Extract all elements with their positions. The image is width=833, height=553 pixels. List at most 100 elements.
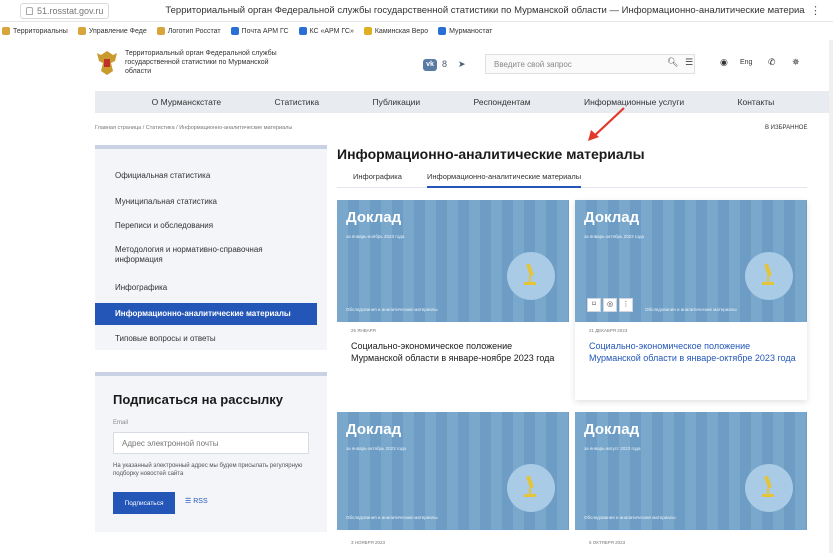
telegram-icon[interactable]: ➤ <box>458 59 466 70</box>
bookmark-icon[interactable]: ⌑ <box>587 298 601 312</box>
card-title[interactable]: Социально-экономическое положение Мурман… <box>351 340 561 364</box>
nav-item-respondents[interactable]: Респондентам <box>474 97 531 107</box>
browser-window: 51.rosstat.gov.ru Территориальный орган … <box>0 0 833 553</box>
rss-link[interactable]: ☰ RSS <box>185 497 208 505</box>
microscope-icon <box>762 475 774 497</box>
vk-icon[interactable]: vk <box>423 59 437 71</box>
window-title: Территориальный орган Федеральной службы… <box>165 5 806 16</box>
card-category: Обследования и аналитические материалы <box>584 515 676 520</box>
report-card-2[interactable]: Доклад за январь-октябрь 2023 года Обсле… <box>575 200 807 400</box>
phone-icon[interactable]: ✆ <box>768 57 776 68</box>
sidebar-item-censuses[interactable]: Переписи и обследования <box>115 221 213 231</box>
bookmark-4[interactable]: КС «АРМ ГС» <box>298 27 354 35</box>
page-title: Информационно-аналитические материалы <box>337 146 645 162</box>
address-bar[interactable]: 51.rosstat.gov.ru <box>20 2 110 19</box>
bookmark-icon <box>438 27 447 35</box>
search-icon[interactable]: 🔍︎ <box>667 57 678 68</box>
card-title[interactable]: Социально-экономическое положение Мурман… <box>589 340 799 364</box>
subscribe-note: На указанный электронный адрес мы будем … <box>113 463 303 477</box>
card-kicker: Доклад <box>584 209 640 226</box>
bookmark-3[interactable]: Почта АРМ ГС <box>230 27 289 35</box>
subscribe-panel: Подписаться на рассылку Email На указанн… <box>95 372 327 532</box>
page-scrollbar[interactable] <box>829 40 833 553</box>
card-kicker: Доклад <box>346 421 402 438</box>
card-image[interactable]: Доклад за январь-ноябрь 2023 года Обслед… <box>337 200 569 322</box>
microscope-badge <box>745 252 793 300</box>
lock-icon <box>26 6 33 15</box>
sidebar-item-analytics[interactable]: Информационно-аналитические материалы <box>95 303 317 325</box>
card-period: за январь-октябрь 2023 года <box>584 234 644 239</box>
bookmark-1[interactable]: Управление Феде <box>77 27 147 35</box>
rss-icon: ☰ <box>185 498 194 505</box>
bookmark-icon <box>156 27 165 35</box>
tab-infographics[interactable]: Инфографика <box>353 172 402 181</box>
emblem-logo-icon[interactable] <box>95 49 119 77</box>
bookmark-2[interactable]: Логотип Росстат <box>156 27 221 35</box>
card-period: за январь-ноябрь 2023 года <box>346 234 405 239</box>
subscribe-button[interactable]: Подписаться <box>113 492 175 514</box>
report-card-1[interactable]: Доклад за январь-ноябрь 2023 года Обслед… <box>337 200 569 400</box>
card-actions: ⌑ ◎ ⋮ <box>587 298 633 312</box>
browser-menu-icon[interactable]: ⋮ <box>810 4 821 17</box>
card-date: 21 ДЕКАБРЯ 2023 <box>589 328 628 333</box>
bookmark-6[interactable]: Мурманостат <box>438 27 492 35</box>
bookmark-5[interactable]: Каминская Веро <box>363 27 428 35</box>
annotation-arrow-icon <box>588 107 625 141</box>
card-kicker: Доклад <box>584 421 640 438</box>
sidebar-item-official-stats[interactable]: Официальная статистика <box>115 171 210 181</box>
nav-item-publications[interactable]: Публикации <box>373 97 421 107</box>
tab-analytics[interactable]: Информационно-аналитические материалы <box>427 172 582 188</box>
email-label: Email <box>113 420 129 426</box>
card-category: Обследования и аналитические материалы <box>346 515 438 520</box>
ok-icon[interactable]: 8 <box>442 59 447 69</box>
browser-toolbar: 51.rosstat.gov.ru Территориальный орган … <box>0 0 833 22</box>
language-switch[interactable]: Eng <box>740 59 752 66</box>
sidebar-item-methodology[interactable]: Методология и нормативно-справочная инфо… <box>115 245 305 265</box>
bookmark-icon <box>298 27 307 35</box>
org-name[interactable]: Территориальный орган Федеральной службы… <box>125 49 285 76</box>
bookmarks-bar: Территориальны Управление Феде Логотип Р… <box>0 23 833 39</box>
nav-item-statistics[interactable]: Статистика <box>275 97 320 107</box>
bookmark-0[interactable]: Территориальны <box>2 27 68 35</box>
card-image[interactable]: Доклад за январь-октябрь 2023 года Обсле… <box>337 412 569 530</box>
card-period: за январь-октябрь 2023 года <box>346 446 406 451</box>
nav-item-about[interactable]: О Мурманскстате <box>152 97 221 107</box>
microscope-badge <box>745 464 793 512</box>
more-icon[interactable]: ⋮ <box>619 298 633 312</box>
search-placeholder: Введите свой запрос <box>494 59 572 69</box>
sidebar-item-infographics[interactable]: Инфографика <box>115 283 167 293</box>
sidebar-item-faq[interactable]: Типовые вопросы и ответы <box>115 334 216 344</box>
card-kicker: Доклад <box>346 209 402 226</box>
nav-item-contacts[interactable]: Контакты <box>738 97 775 107</box>
filter-icon[interactable]: ☰ <box>685 57 693 68</box>
report-card-3[interactable]: Доклад за январь-октябрь 2023 года Обсле… <box>337 412 569 553</box>
report-card-4[interactable]: Доклад за январь-август 2023 года Обслед… <box>575 412 807 553</box>
add-to-favorites-link[interactable]: В ИЗБРАННОЕ <box>765 125 807 131</box>
main-nav: О Мурманскстате Статистика Публикации Ре… <box>95 91 831 113</box>
microscope-badge <box>507 464 555 512</box>
emblem-small-icon[interactable]: ✵ <box>792 57 800 68</box>
card-date: 5 ОКТЯБРЯ 2023 <box>589 540 626 545</box>
card-image[interactable]: Доклад за январь-октябрь 2023 года Обсле… <box>575 200 807 322</box>
microscope-icon <box>762 263 774 285</box>
bookmark-icon <box>230 27 239 35</box>
share-icon[interactable]: ◎ <box>603 298 617 312</box>
card-image[interactable]: Доклад за январь-август 2023 года Обслед… <box>575 412 807 530</box>
card-period: за январь-август 2023 года <box>584 446 641 451</box>
rss-label: RSS <box>193 498 208 505</box>
microscope-icon <box>524 263 536 285</box>
microscope-badge <box>507 252 555 300</box>
tab-bar: Инфографика Информационно-аналитические … <box>337 166 807 188</box>
accessibility-eye-icon[interactable]: ◉ <box>720 57 728 68</box>
bookmark-icon <box>363 27 372 35</box>
subscribe-title: Подписаться на рассылку <box>113 392 284 407</box>
card-category: Обследования и аналитические материалы <box>645 307 737 312</box>
breadcrumb[interactable]: Главная страница / Статистика / Информац… <box>95 125 292 131</box>
bookmark-icon <box>77 27 86 35</box>
sidebar: Официальная статистика Муниципальная ста… <box>95 145 327 350</box>
site-header: Территориальный орган Федеральной службы… <box>95 45 830 85</box>
email-field[interactable] <box>113 432 309 454</box>
search-input[interactable]: Введите свой запрос <box>485 54 695 74</box>
card-date: 3 НОЯБРЯ 2023 <box>351 540 386 545</box>
sidebar-item-municipal-stats[interactable]: Муниципальная статистика <box>115 197 217 207</box>
